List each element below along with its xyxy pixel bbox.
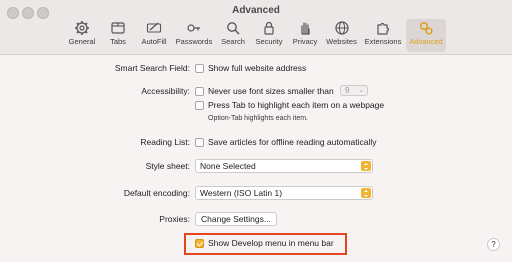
default-encoding-value: Western (ISO Latin 1) [200, 188, 283, 198]
lock-icon [264, 21, 274, 35]
tab-search-label: Search [221, 37, 245, 46]
min-font-size-text: Never use font sizes smaller than [208, 86, 334, 96]
style-sheet-value: None Selected [200, 161, 256, 171]
default-encoding-label: Default encoding: [123, 188, 190, 198]
hand-icon [301, 22, 310, 35]
tab-general-label: General [68, 37, 96, 46]
updown-arrows-icon [361, 161, 371, 171]
gear-icon [75, 21, 89, 35]
tab-security[interactable]: Security [252, 19, 286, 52]
reading-list-label: Reading List: [140, 137, 190, 147]
tab-autofill-label: AutoFill [141, 37, 167, 46]
change-settings-button[interactable]: Change Settings... [195, 212, 277, 226]
key-icon [187, 24, 200, 32]
advanced-pane: Smart Search Field: Show full website ad… [0, 55, 512, 262]
autofill-icon [146, 22, 162, 33]
min-font-size-value: 9 [345, 86, 350, 95]
tab-privacy[interactable]: Privacy [290, 19, 320, 52]
help-button[interactable]: ? [487, 238, 500, 251]
tab-extensions-label: Extensions [364, 37, 402, 46]
tab-tabs[interactable]: Tabs [104, 19, 132, 52]
show-develop-menu-text: Show Develop menu in menu bar [208, 238, 334, 248]
gears-icon [419, 21, 433, 35]
style-sheet-select[interactable]: None Selected [195, 159, 373, 173]
tabs-icon [111, 22, 125, 34]
default-encoding-select[interactable]: Western (ISO Latin 1) [195, 186, 373, 200]
press-tab-checkbox[interactable] [195, 101, 204, 110]
save-articles-checkbox[interactable] [195, 138, 204, 147]
style-sheet-label: Style sheet: [145, 161, 190, 171]
min-font-size-checkbox[interactable] [195, 87, 204, 96]
tab-websites-label: Websites [326, 37, 357, 46]
tab-passwords[interactable]: Passwords [174, 19, 214, 52]
proxies-label: Proxies: [159, 214, 190, 224]
puzzle-icon [377, 22, 390, 35]
tab-extensions[interactable]: Extensions [362, 19, 404, 52]
preferences-toolbar: General Tabs AutoFill Passwords Search S… [0, 19, 512, 53]
chevron-down-icon: ⌄ [358, 87, 364, 94]
preferences-window: Advanced General Tabs AutoFill Passwords… [0, 0, 512, 262]
updown-arrows-icon [361, 188, 371, 198]
tab-websites[interactable]: Websites [324, 19, 359, 52]
press-tab-text: Press Tab to highlight each item on a we… [208, 100, 385, 110]
tab-privacy-label: Privacy [292, 37, 318, 46]
titlebar: Advanced General Tabs AutoFill Passwords… [0, 0, 512, 55]
tab-advanced-label: Advanced [409, 37, 443, 46]
tab-search[interactable]: Search [219, 19, 247, 52]
show-full-address-checkbox[interactable] [195, 64, 204, 73]
search-icon [227, 22, 240, 35]
window-title: Advanced [232, 5, 280, 16]
globe-icon [334, 21, 349, 35]
show-develop-menu-checkbox[interactable] [195, 239, 204, 248]
option-tab-hint: Option-Tab highlights each item. [208, 115, 308, 122]
tab-general[interactable]: General [65, 19, 99, 52]
accessibility-label: Accessibility: [141, 86, 190, 96]
smart-search-label: Smart Search Field: [114, 63, 190, 73]
show-full-address-text: Show full website address [208, 63, 307, 73]
min-font-size-select[interactable]: 9 ⌄ [340, 85, 368, 96]
tab-advanced[interactable]: Advanced [406, 19, 446, 52]
save-articles-text: Save articles for offline reading automa… [208, 137, 377, 147]
tab-security-label: Security [255, 37, 283, 46]
tab-autofill[interactable]: AutoFill [137, 19, 171, 52]
tab-passwords-label: Passwords [175, 37, 213, 46]
tab-tabs-label: Tabs [110, 37, 126, 46]
